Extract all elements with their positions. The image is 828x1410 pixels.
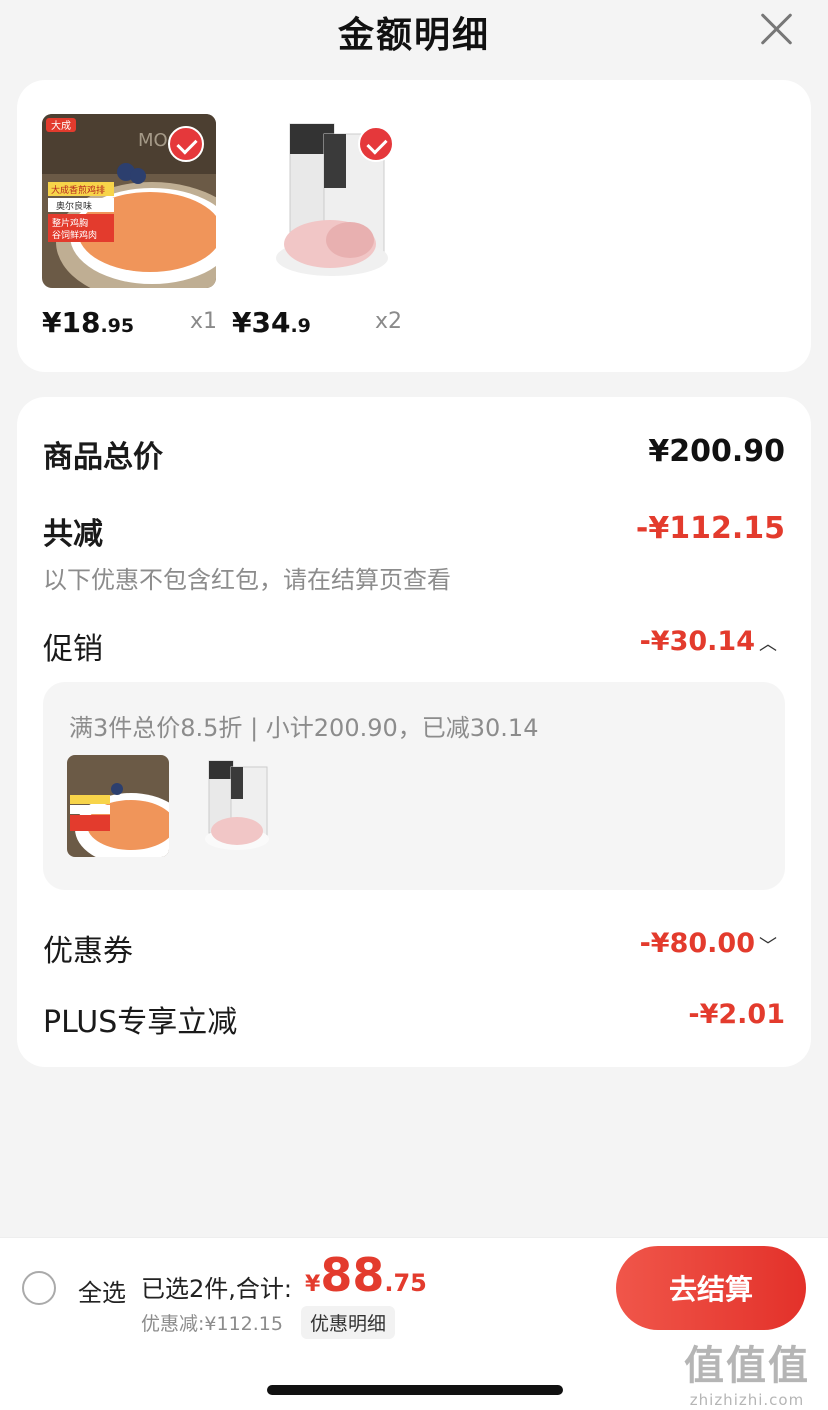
watermark-site: zhizhizhi.com <box>689 1391 805 1409</box>
discount-note: 以下优惠不包含红包，请在结算页查看 <box>43 566 451 594</box>
coupon-value[interactable]: -¥80.00 <box>640 928 755 959</box>
product-price: ¥18.95 <box>42 306 134 339</box>
checkout-button[interactable]: 去结算 <box>616 1246 806 1330</box>
plus-discount-value: -¥2.01 <box>688 999 785 1030</box>
page-title: 金额明细 <box>337 15 490 56</box>
total-reduction-label: 共减 <box>43 517 103 552</box>
check-icon[interactable] <box>358 126 394 162</box>
coupon-label: 优惠券 <box>43 934 133 969</box>
watermark-glyphs: 值值值 <box>684 1343 810 1389</box>
image-brand: 大成 <box>51 119 71 132</box>
promotion-label: 促销 <box>43 632 103 667</box>
price-integer: ¥18 <box>42 306 101 339</box>
promo-thumb-chicken[interactable] <box>67 755 169 857</box>
total-decimal: .75 <box>384 1269 427 1297</box>
promotion-detail-box: 满3件总价8.5折 | 小计200.90，已减30.14 <box>43 682 785 890</box>
total-reduction-value: -¥112.15 <box>635 511 785 546</box>
watermark: 值值值 zhizhizhi.com <box>674 1333 820 1409</box>
price-decimal: .95 <box>100 315 135 337</box>
promo-thumb-pork[interactable] <box>193 755 295 857</box>
plus-discount-label: PLUS专享立减 <box>43 1005 238 1040</box>
total-price-value: ¥200.90 <box>648 434 785 469</box>
product-quantity: x2 <box>375 309 403 334</box>
total-price-label: 商品总价 <box>43 440 163 475</box>
product-card: MOOD 大成 大成香煎鸡排 奥尔良味 整片鸡胸 谷饲鲜鸡肉 ¥18.95 x1… <box>17 80 811 372</box>
image-line-4: 谷饲鲜鸡肉 <box>52 229 97 241</box>
bottom-bar: 全选 已选2件,合计: ¥88.75 优惠减:¥112.15 优惠明细 去结算 … <box>0 1237 828 1410</box>
promotion-value[interactable]: -¥30.14 <box>640 626 755 657</box>
header: 金额明细 <box>0 0 828 62</box>
price-integer: ¥34 <box>232 306 291 339</box>
discount-amount-text: 优惠减:¥112.15 <box>141 1313 283 1335</box>
select-all-radio[interactable] <box>22 1271 56 1305</box>
product-quantity: x1 <box>190 309 218 334</box>
product-image-chicken[interactable]: MOOD 大成 大成香煎鸡排 奥尔良味 整片鸡胸 谷饲鲜鸡肉 <box>42 114 216 288</box>
total-integer: 88 <box>320 1248 385 1302</box>
check-icon[interactable] <box>168 126 204 162</box>
product-image-pork[interactable] <box>232 114 406 288</box>
image-line-2: 奥尔良味 <box>56 200 92 212</box>
discount-detail-link[interactable]: 优惠明细 <box>301 1306 396 1339</box>
price-decimal: .9 <box>290 315 311 337</box>
total-yen: ¥ <box>305 1272 321 1297</box>
product-price: ¥34.9 <box>232 306 311 339</box>
select-all-label[interactable]: 全选 <box>78 1273 126 1308</box>
image-line-1: 大成香煎鸡排 <box>51 184 105 196</box>
total-amount: ¥88.75 <box>305 1248 427 1302</box>
summary-card: 商品总价 ¥200.90 共减 -¥112.15 以下优惠不包含红包，请在结算页… <box>17 397 811 1067</box>
chevron-up-icon[interactable]: ︿ <box>759 630 777 656</box>
selected-count-text: 已选2件,合计: <box>141 1275 292 1303</box>
close-icon[interactable] <box>758 10 794 46</box>
image-line-3: 整片鸡胸 <box>52 217 88 229</box>
promotion-detail-text: 满3件总价8.5折 | 小计200.90，已减30.14 <box>69 714 539 742</box>
home-indicator <box>267 1385 563 1395</box>
pork-thumb-image <box>193 755 295 857</box>
chevron-down-icon[interactable]: ﹀ <box>759 932 777 958</box>
chicken-thumb-image <box>67 755 169 857</box>
